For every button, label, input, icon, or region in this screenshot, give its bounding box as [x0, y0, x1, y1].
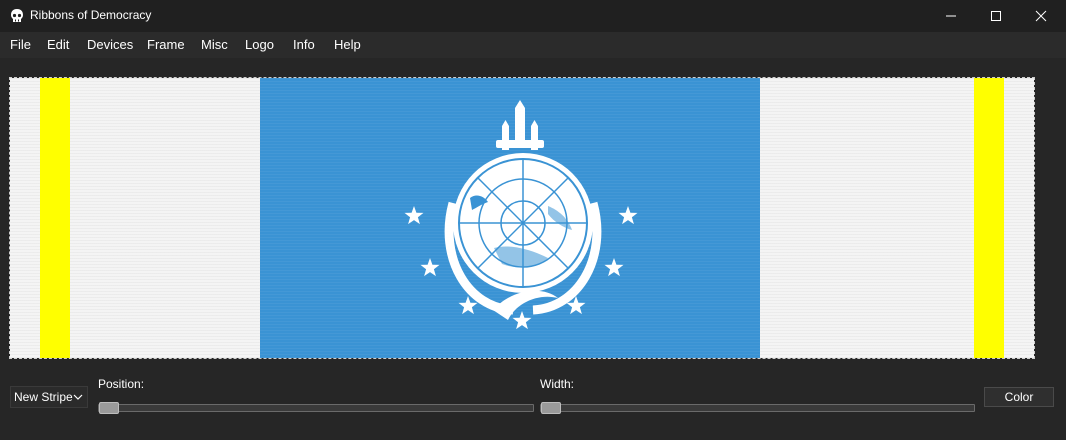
maximize-icon — [991, 11, 1001, 21]
title-bar: Ribbons of Democracy — [0, 0, 1066, 32]
width-slider-thumb[interactable] — [541, 402, 561, 414]
menu-file[interactable]: File — [10, 37, 31, 52]
menu-help[interactable]: Help — [334, 37, 361, 52]
position-label: Position: — [98, 377, 145, 391]
close-icon — [1035, 10, 1047, 22]
menu-info[interactable]: Info — [293, 37, 315, 52]
stripe-select-dropdown[interactable]: New Stripe — [10, 386, 88, 408]
width-slider[interactable] — [540, 402, 975, 414]
chevron-down-icon — [73, 394, 83, 400]
close-button[interactable] — [1018, 0, 1064, 32]
menu-edit[interactable]: Edit — [47, 37, 69, 52]
window-title: Ribbons of Democracy — [30, 8, 152, 22]
position-slider-thumb[interactable] — [99, 402, 119, 414]
menu-bar: File Edit Devices Frame Misc Logo Info H… — [0, 32, 1066, 58]
minimize-icon — [946, 15, 956, 17]
menu-misc[interactable]: Misc — [201, 37, 228, 52]
stripe-yellow-left[interactable] — [40, 78, 70, 358]
minimize-button[interactable] — [928, 0, 974, 32]
width-label: Width: — [540, 377, 575, 391]
stripe-select-value: New Stripe — [14, 390, 73, 404]
maximize-button[interactable] — [973, 0, 1019, 32]
menu-logo[interactable]: Logo — [245, 37, 274, 52]
menu-devices[interactable]: Devices — [87, 37, 133, 52]
super-earth-globe-emblem-icon — [404, 100, 638, 330]
skull-icon — [11, 9, 23, 22]
position-slider[interactable] — [98, 402, 534, 414]
color-button[interactable]: Color — [984, 387, 1054, 407]
stripe-yellow-right[interactable] — [974, 78, 1004, 358]
menu-frame[interactable]: Frame — [147, 37, 185, 52]
